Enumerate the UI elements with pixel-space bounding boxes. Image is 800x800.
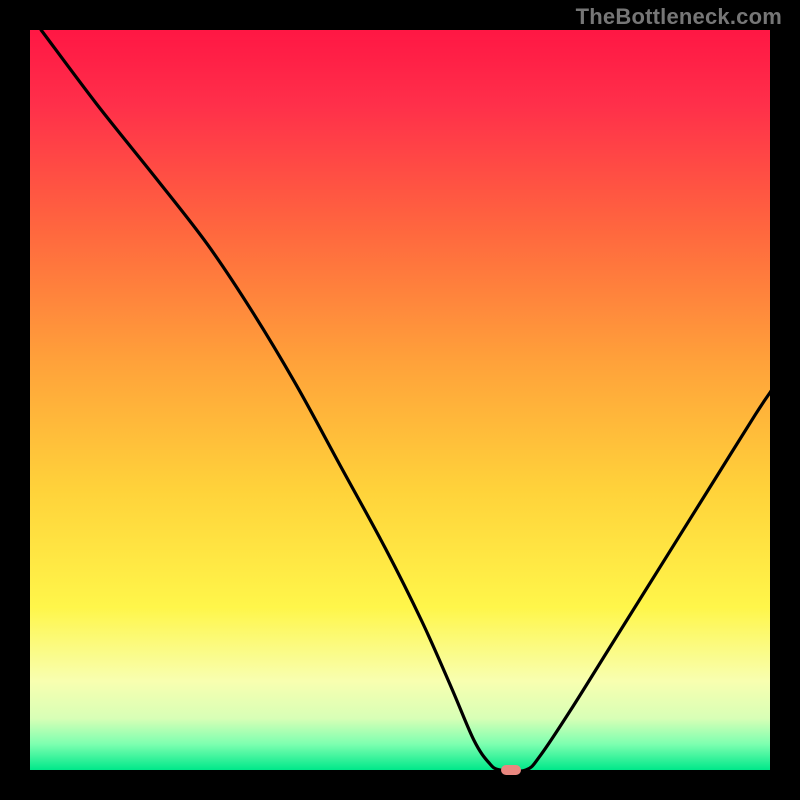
watermark-text: TheBottleneck.com	[576, 4, 782, 30]
gradient-field	[30, 30, 770, 770]
bottleneck-chart	[0, 0, 800, 800]
chart-frame: TheBottleneck.com	[0, 0, 800, 800]
optimum-marker	[501, 765, 521, 775]
